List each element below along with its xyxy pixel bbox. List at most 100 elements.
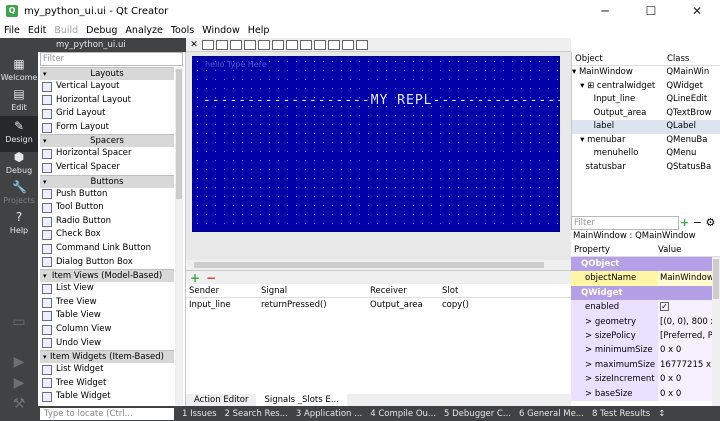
object-tree-row[interactable]: ▾ ⊞ centralwidget QWidget	[572, 80, 720, 94]
widget-category[interactable]: ▾ Item Widgets (Item-Based)	[40, 350, 174, 364]
object-tree-row[interactable]: Output_area QTextBrow	[572, 107, 720, 121]
property-value[interactable]: 0 x 0	[658, 372, 712, 387]
widget-filter-input[interactable]: Filter	[40, 52, 183, 66]
edit-signals-icon[interactable]	[216, 39, 228, 50]
menu-window[interactable]: Window	[202, 25, 239, 36]
output-tab-compile[interactable]: 4 Compile Ou...	[370, 409, 436, 419]
open-file-tab[interactable]: my_python_ui.ui	[38, 38, 186, 52]
mode-edit[interactable]: ▤ Edit	[0, 84, 38, 120]
menu-debug[interactable]: Debug	[86, 25, 117, 36]
output-tab-debugger[interactable]: 5 Debugger C...	[444, 409, 511, 419]
sender-cell[interactable]: Input_line	[186, 298, 258, 312]
property-value[interactable]: ✓	[658, 300, 712, 315]
object-tree-row[interactable]: statusbar QStatusBa	[572, 161, 720, 175]
output-tab-general[interactable]: 6 General Me...	[519, 409, 584, 419]
layout-vertical-icon[interactable]	[272, 39, 284, 50]
menu-file[interactable]: File	[4, 25, 20, 36]
property-row[interactable]: > sizeIncrement 0 x 0	[571, 372, 712, 387]
add-property-icon[interactable]: +	[680, 216, 689, 229]
edit-widgets-icon[interactable]	[202, 39, 214, 50]
property-value[interactable]: [(0, 0), 800 x	[658, 314, 712, 329]
output-tab-issues[interactable]: 1 Issues	[182, 409, 217, 419]
edit-tab-order-icon[interactable]	[244, 39, 256, 50]
column-header[interactable]: Value	[658, 243, 681, 256]
column-header[interactable]: Class	[667, 52, 689, 65]
widget-item[interactable]: Column View	[40, 323, 174, 337]
property-row[interactable]: objectName MainWindow	[571, 271, 712, 286]
property-row[interactable]: > minimumSize 0 x 0	[571, 343, 712, 358]
add-connection-button[interactable]: +	[190, 271, 200, 285]
object-tree-row[interactable]: ▾ MainWindow QMainWin	[572, 66, 720, 80]
main-window-form[interactable]: hello Type Here -------------------MY RE…	[192, 56, 561, 232]
widget-item[interactable]: Table Widget	[40, 390, 174, 404]
layout-v-splitter-icon[interactable]	[300, 39, 312, 50]
property-value[interactable]: 16777215 x	[658, 357, 712, 373]
tab-signals-slots-editor[interactable]: Signals _Slots E...	[256, 394, 347, 406]
widget-item[interactable]: Dialog Button Box	[40, 256, 174, 270]
close-file-icon[interactable]: ✕	[186, 40, 202, 50]
debug-run-icon[interactable]: ▶	[11, 375, 27, 391]
output-tab-application[interactable]: 3 Application ...	[296, 409, 362, 419]
slot-cell[interactable]: copy()	[439, 298, 569, 312]
widget-item[interactable]: Grid Layout	[40, 107, 174, 121]
column-header[interactable]: Signal	[258, 284, 367, 297]
menu-analyze[interactable]: Analyze	[125, 25, 162, 36]
layout-h-splitter-icon[interactable]	[286, 39, 298, 50]
close-button[interactable]: ✕	[674, 0, 720, 22]
widget-item[interactable]: List View	[40, 282, 174, 296]
widget-category[interactable]: ▾ Layouts	[40, 67, 174, 80]
minimize-button[interactable]: ─	[582, 0, 628, 22]
property-value[interactable]: [Preferred, P	[658, 328, 712, 344]
menu-edit[interactable]: Edit	[28, 25, 46, 36]
output-tab-test-results[interactable]: 8 Test Results	[592, 409, 650, 419]
menu-tools[interactable]: Tools	[171, 25, 194, 36]
property-value[interactable]: 0 x 0	[658, 386, 712, 401]
property-row[interactable]: enabled ✓	[571, 300, 712, 315]
widget-box-scrollbar[interactable]	[175, 67, 183, 405]
widget-item[interactable]: Push Button	[40, 188, 174, 202]
mode-help[interactable]: ? Help	[0, 207, 38, 243]
widget-item[interactable]: Undo View	[40, 337, 174, 351]
widget-item[interactable]: Tree Widget	[40, 377, 174, 391]
remove-connection-button[interactable]: −	[206, 271, 216, 285]
canvas-scrollbar[interactable]	[186, 260, 571, 270]
edit-buddies-icon[interactable]	[230, 39, 242, 50]
column-header[interactable]: Slot	[439, 284, 569, 297]
widget-item[interactable]: Command Link Button	[40, 242, 174, 256]
column-header[interactable]: Receiver	[367, 284, 439, 297]
monitor-icon[interactable]: ▭	[11, 314, 27, 330]
menu-build[interactable]: Build	[54, 25, 78, 36]
widget-item[interactable]: Radio Button	[40, 215, 174, 229]
property-row[interactable]: > maximumSize 16777215 x	[571, 357, 712, 373]
build-icon[interactable]: ⚒	[11, 396, 27, 412]
form-menubar[interactable]: hello Type Here	[205, 60, 267, 69]
maximize-button[interactable]: ☐	[628, 0, 674, 22]
settings-icon[interactable]: ⚙	[705, 216, 715, 229]
layout-form-icon[interactable]	[314, 39, 326, 50]
widget-category[interactable]: ▾ Spacers	[40, 134, 174, 148]
property-row[interactable]: > geometry [(0, 0), 800 x	[571, 314, 712, 329]
menu-help[interactable]: Help	[248, 25, 270, 36]
receiver-cell[interactable]: Output_area	[367, 298, 439, 312]
repl-label[interactable]: -------------------MY REPL--------------…	[203, 93, 561, 115]
property-filter-input[interactable]: Filter	[571, 216, 679, 230]
widget-item[interactable]: Tool Button	[40, 201, 174, 215]
form-canvas[interactable]: hello Type Here -------------------MY RE…	[186, 52, 571, 270]
property-section[interactable]: QWidget	[571, 285, 712, 301]
widget-item[interactable]: List Widget	[40, 363, 174, 377]
widget-item[interactable]: Form Layout	[40, 121, 174, 135]
object-tree-row[interactable]: ▾ menubar QMenuBa	[572, 134, 720, 148]
break-layout-icon[interactable]	[342, 39, 354, 50]
locator-input[interactable]: Type to locate (Ctrl...	[40, 407, 174, 420]
widget-item[interactable]: Horizontal Spacer	[40, 147, 174, 161]
widget-category[interactable]: ▾ Buttons	[40, 174, 174, 188]
widget-item[interactable]: Tree View	[40, 296, 174, 310]
property-value[interactable]: 0 x 0	[658, 343, 712, 358]
property-value[interactable]: MainWindow	[658, 271, 712, 286]
property-row[interactable]: > baseSize 0 x 0	[571, 386, 712, 401]
tab-action-editor[interactable]: Action Editor	[186, 394, 256, 406]
toggle-output-icon[interactable]: ↕	[658, 409, 665, 419]
layout-grid-icon[interactable]	[328, 39, 340, 50]
property-tools[interactable]: + − ⚙	[680, 216, 720, 230]
widget-item[interactable]: Horizontal Layout	[40, 94, 174, 108]
